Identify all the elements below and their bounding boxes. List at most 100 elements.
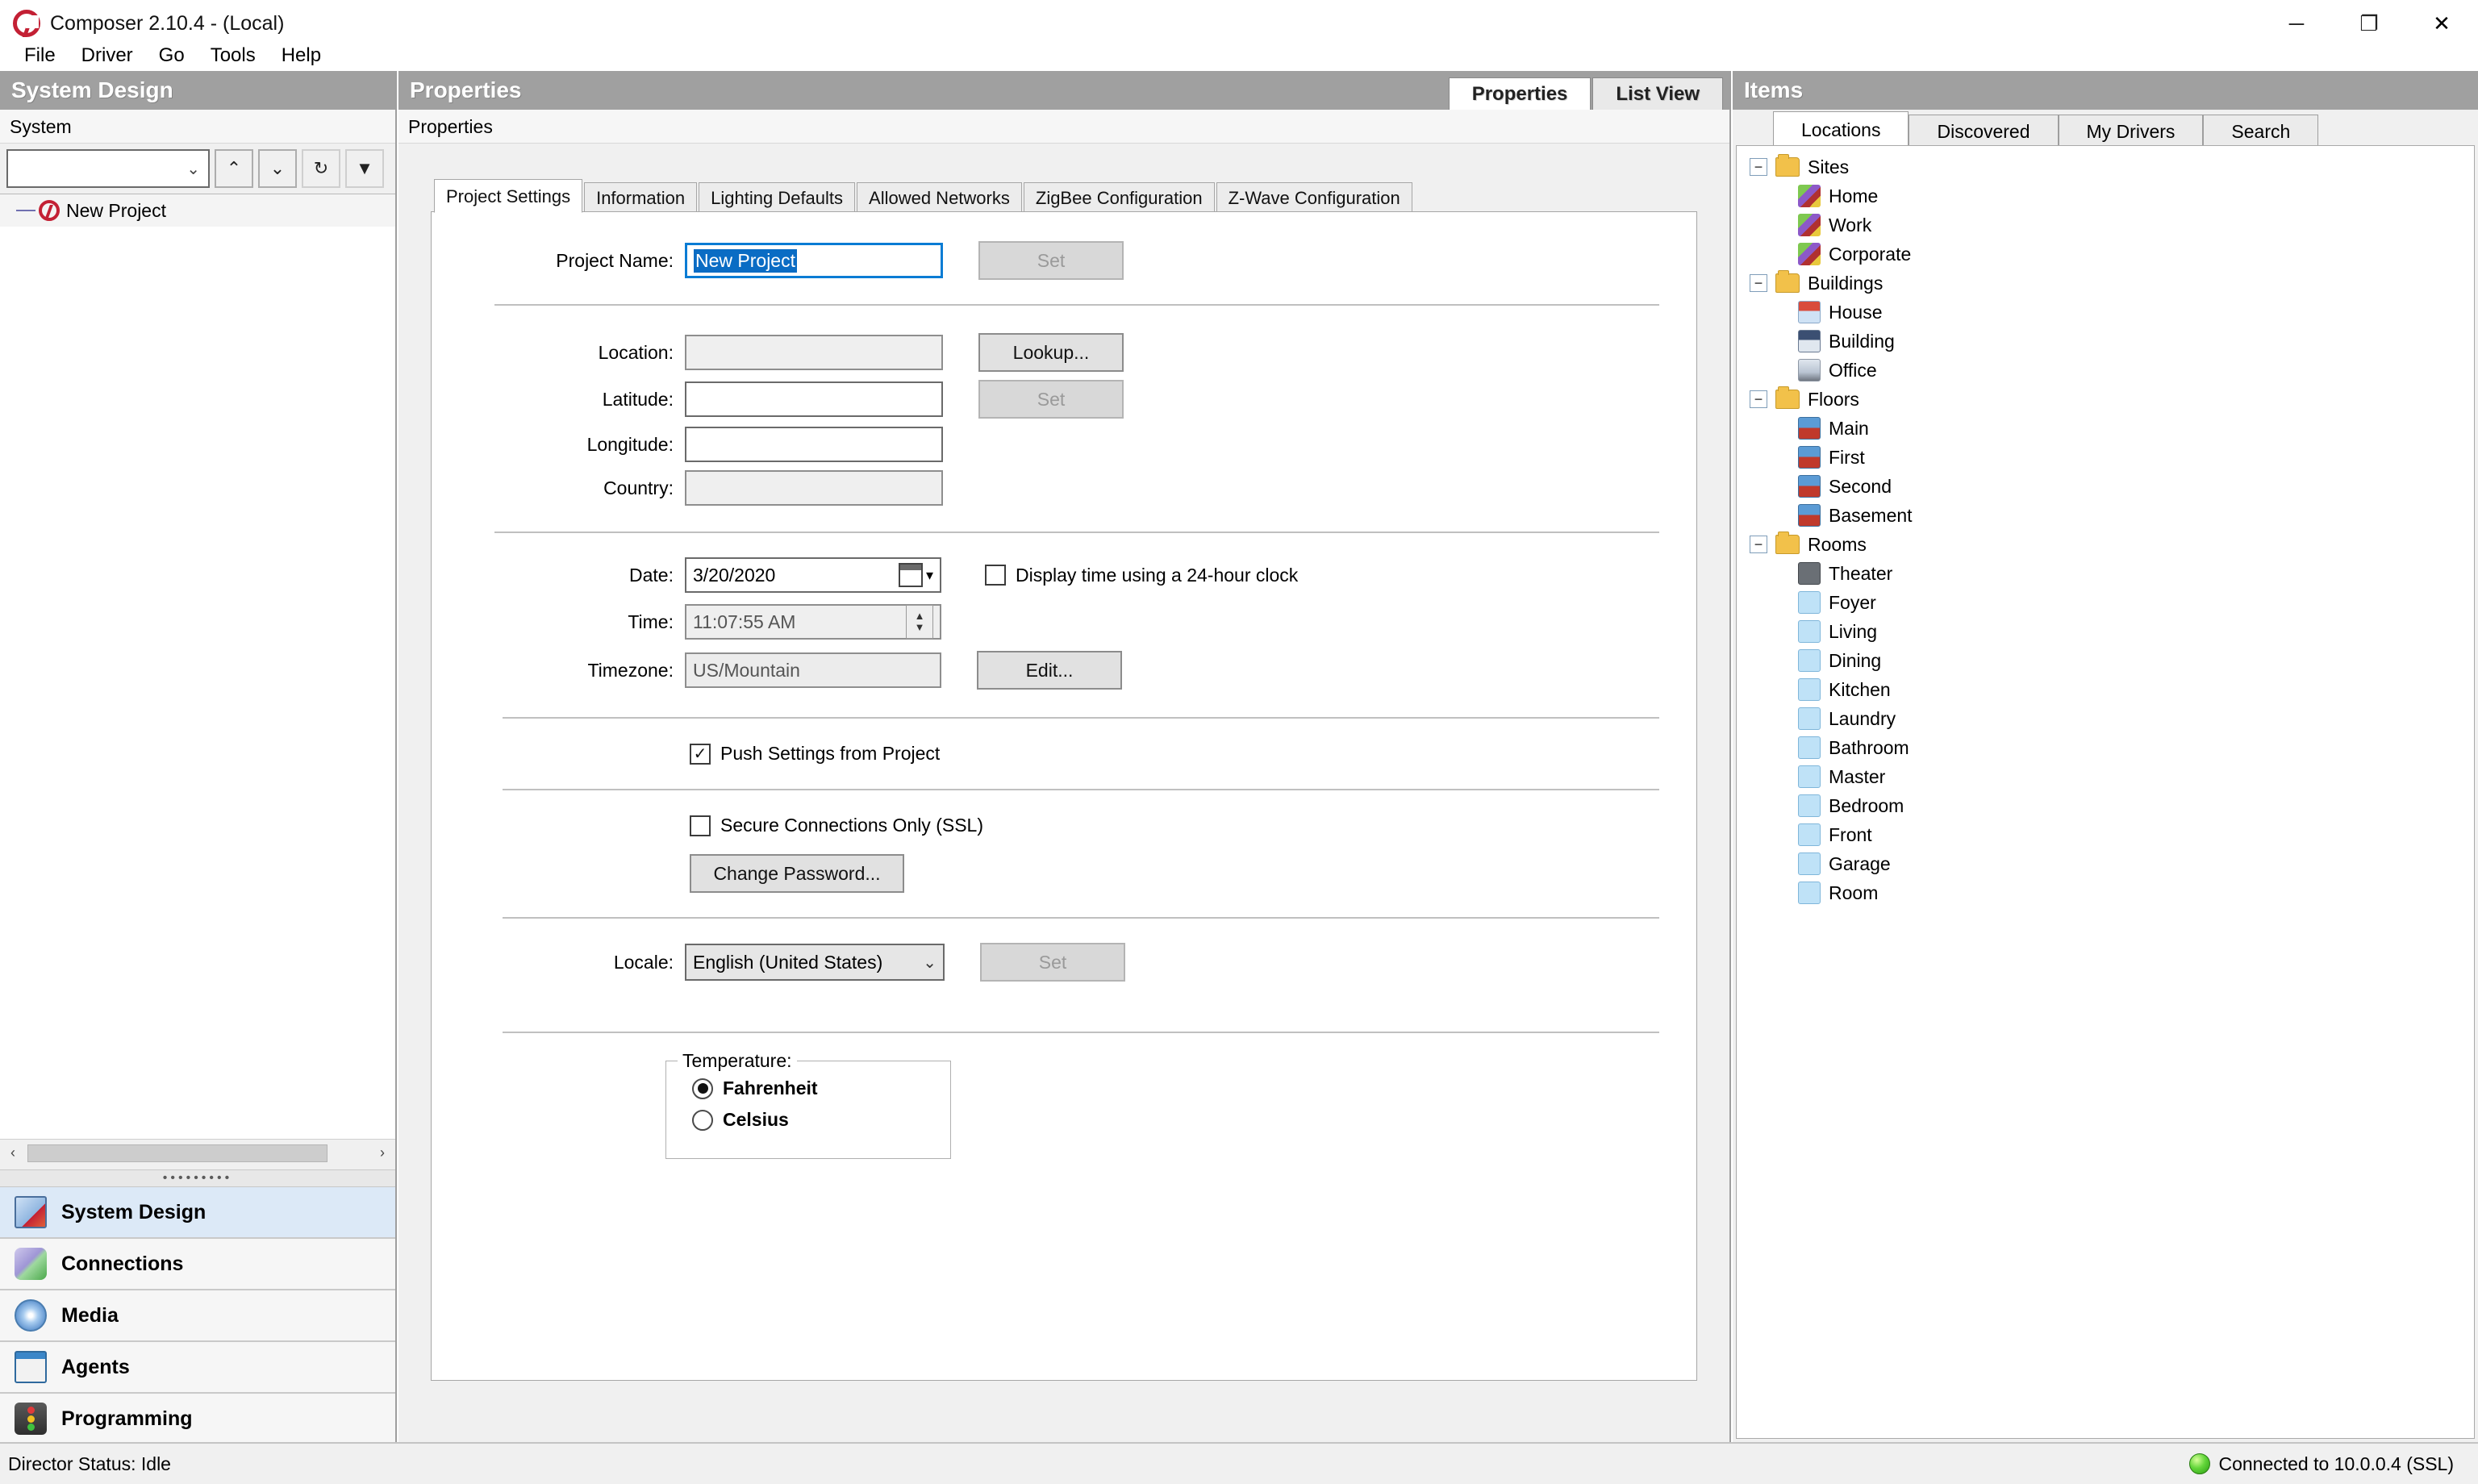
tab-properties[interactable]: Properties [1448,77,1592,110]
tree-group-rooms[interactable]: − Rooms [1737,530,2474,559]
collapse-icon[interactable]: − [1750,158,1767,176]
lookup-button[interactable]: Lookup... [978,333,1124,372]
tree-item-bathroom[interactable]: Bathroom [1737,733,2474,762]
items-tabstrip: Locations Discovered My Drivers Search [1733,110,2478,147]
director-status: Director Status: Idle [8,1453,171,1474]
tree-item-house[interactable]: House [1737,298,2474,327]
timezone-edit-button[interactable]: Edit... [977,651,1122,690]
scrollbar-thumb[interactable] [27,1144,327,1162]
spinner-down-icon[interactable]: ▼ [915,622,925,633]
project-name-set-button[interactable]: Set [978,241,1124,280]
sidebar-item-media[interactable]: Media [0,1290,395,1342]
locale-select[interactable]: English (United States) ⌄ [685,944,945,981]
sidebar-item-agents[interactable]: Agents [0,1342,395,1394]
chevron-down-icon: ⌄ [186,160,200,178]
move-down-button[interactable]: ⌄ [258,149,297,188]
tab-zigbee-configuration[interactable]: ZigBee Configuration [1023,182,1215,213]
push-settings-checkbox[interactable]: ✓ [690,743,711,765]
tree-item-work[interactable]: Work [1737,211,2474,240]
timezone-label: Timezone: [587,659,674,681]
tab-search[interactable]: Search [2203,115,2319,147]
tree-item-new-project[interactable]: New Project [0,194,395,227]
tab-discovered[interactable]: Discovered [1909,115,2059,147]
tree-item-office[interactable]: Office [1737,356,2474,385]
tree-item-kitchen[interactable]: Kitchen [1737,675,2474,704]
refresh-icon[interactable]: ↻ [302,149,340,188]
tree-item-second[interactable]: Second [1737,472,2474,501]
tree-item-living[interactable]: Living [1737,617,2474,646]
tree-item-garage[interactable]: Garage [1737,849,2474,878]
timezone-input[interactable]: US/Mountain [685,652,941,688]
tab-locations[interactable]: Locations [1773,111,1909,147]
scroll-right-icon[interactable]: › [369,1144,395,1161]
tree-item-basement[interactable]: Basement [1737,501,2474,530]
tree-item-room[interactable]: Room [1737,878,2474,907]
ssl-checkbox[interactable] [690,815,711,836]
tree-item-front[interactable]: Front [1737,820,2474,849]
tree-item-theater[interactable]: Theater [1737,559,2474,588]
panel-splitter[interactable]: ••••••••• [0,1169,395,1187]
tab-project-settings[interactable]: Project Settings [434,179,583,213]
theater-icon [1798,562,1821,585]
tree-group-label: Floors [1808,388,1859,410]
menu-item-file[interactable]: File [11,41,69,70]
project-name-value: New Project [694,248,797,273]
collapse-icon[interactable]: − [1750,536,1767,553]
change-password-button[interactable]: Change Password... [690,854,904,893]
tab-information[interactable]: Information [584,182,698,213]
calendar-icon[interactable] [898,563,923,587]
tree-item-foyer[interactable]: Foyer [1737,588,2474,617]
tree-item-bedroom[interactable]: Bedroom [1737,791,2474,820]
menu-item-tools[interactable]: Tools [198,41,269,70]
tab-allowed-networks[interactable]: Allowed Networks [857,182,1022,213]
tab-my-drivers[interactable]: My Drivers [2058,115,2204,147]
tree-item-main[interactable]: Main [1737,414,2474,443]
sidebar-item-connections[interactable]: Connections [0,1239,395,1290]
menu-item-driver[interactable]: Driver [69,41,146,70]
tree-horizontal-scrollbar[interactable]: ‹ › [0,1139,395,1166]
tree-item-laundry[interactable]: Laundry [1737,704,2474,733]
system-select[interactable]: ⌄ [6,149,210,188]
tree-item-master[interactable]: Master [1737,762,2474,791]
location-input[interactable] [685,335,943,370]
tab-zwave-configuration[interactable]: Z-Wave Configuration [1216,182,1412,213]
tree-group-sites[interactable]: − Sites [1737,152,2474,181]
move-up-button[interactable]: ⌃ [215,149,253,188]
project-name-input[interactable]: New Project [685,243,943,278]
time-input[interactable]: 11:07:55 AM ▲ ▼ [685,604,941,640]
time-spinner[interactable]: ▲ ▼ [906,605,933,639]
tree-item-dining[interactable]: Dining [1737,646,2474,675]
longitude-input[interactable] [685,427,943,462]
tree-item-home[interactable]: Home [1737,181,2474,211]
tab-list-view[interactable]: List View [1592,77,1723,110]
tree-item-corporate[interactable]: Corporate [1737,240,2474,269]
locale-label: Locale: [613,951,674,973]
latitude-input[interactable] [685,381,943,417]
locale-set-button[interactable]: Set [980,943,1125,982]
menu-item-help[interactable]: Help [269,41,334,70]
room-icon [1798,678,1821,701]
24-hour-clock-checkbox[interactable] [985,565,1006,586]
menu-item-go[interactable]: Go [146,41,198,70]
date-input[interactable]: 3/20/2020 ▾ [685,557,941,593]
tree-item-first[interactable]: First [1737,443,2474,472]
celsius-radio[interactable] [692,1109,713,1131]
tree-group-label: Buildings [1808,272,1884,294]
tree-group-floors[interactable]: − Floors [1737,385,2474,414]
sidebar-item-label: Connections [61,1252,184,1275]
tree-item-label: Basement [1829,504,1913,526]
sidebar-item-programming[interactable]: Programming [0,1394,395,1445]
spinner-up-icon[interactable]: ▲ [915,611,925,622]
chevron-down-icon[interactable]: ▾ [926,567,933,584]
collapse-icon[interactable]: − [1750,390,1767,408]
country-input[interactable] [685,470,943,506]
sidebar-item-system-design[interactable]: System Design [0,1187,395,1239]
scroll-left-icon[interactable]: ‹ [0,1144,26,1161]
tree-group-buildings[interactable]: − Buildings [1737,269,2474,298]
location-set-button[interactable]: Set [978,380,1124,419]
tree-item-building[interactable]: Building [1737,327,2474,356]
filter-icon[interactable]: ▼ [345,149,384,188]
tab-lighting-defaults[interactable]: Lighting Defaults [699,182,856,213]
collapse-icon[interactable]: − [1750,274,1767,292]
fahrenheit-radio[interactable] [692,1078,713,1099]
